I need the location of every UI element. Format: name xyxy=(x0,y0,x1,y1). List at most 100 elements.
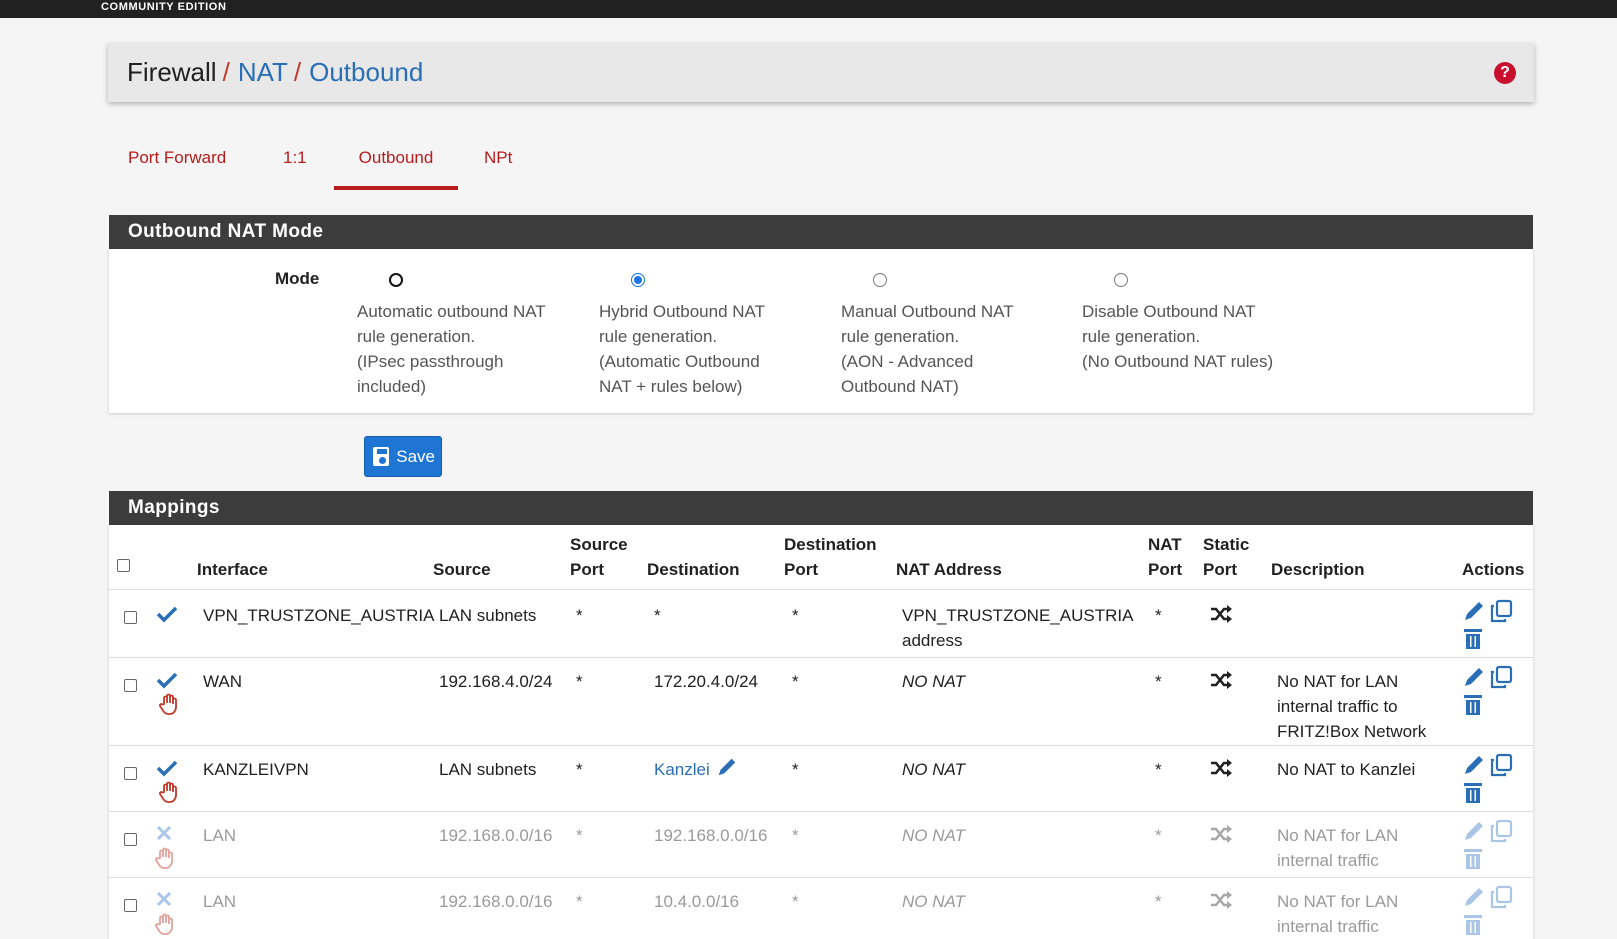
cell-nat-port: * xyxy=(1155,760,1162,779)
save-icon xyxy=(373,447,390,466)
mode-radio-disable[interactable] xyxy=(1114,273,1128,287)
cell-nat-address: NO NAT xyxy=(902,826,965,845)
brand-bar: COMMUNITY EDITION xyxy=(0,0,1617,18)
mode-radio-hybrid[interactable] xyxy=(631,273,645,287)
hand-icon xyxy=(155,913,173,935)
cell-description: No NAT to Kanzlei xyxy=(1277,760,1416,779)
shuffle-icon xyxy=(1211,759,1232,777)
select-all-checkbox[interactable] xyxy=(117,559,130,572)
tab-one-to-one[interactable]: 1:1 xyxy=(283,140,307,190)
copy-icon[interactable] xyxy=(1489,885,1513,909)
table-row[interactable]: LAN 192.168.0.0/16 * 10.4.0.0/16 * NO NA… xyxy=(109,877,1533,939)
trash-icon[interactable] xyxy=(1463,781,1483,803)
breadcrumb-firewall: Firewall xyxy=(127,57,217,87)
cell-nat-port: * xyxy=(1155,892,1162,911)
row-checkbox[interactable] xyxy=(124,899,137,912)
cell-interface: LAN xyxy=(203,826,237,845)
edit-icon[interactable] xyxy=(1462,819,1486,843)
help-icon[interactable]: ? xyxy=(1494,62,1516,84)
hand-icon xyxy=(159,693,177,715)
table-row[interactable]: KANZLEIVPN LAN subnets * Kanzlei * NO NA… xyxy=(109,745,1533,811)
mode-option-manual[interactable]: Manual Outbound NAT rule generation. (AO… xyxy=(841,269,1061,399)
table-row[interactable]: LAN 192.168.0.0/16 * 192.168.0.0/16 * NO… xyxy=(109,811,1533,877)
cell-source: 192.168.0.0/16 xyxy=(439,826,553,845)
shuffle-icon xyxy=(1211,825,1232,843)
copy-icon[interactable] xyxy=(1489,599,1513,623)
cell-destination: 172.20.4.0/24 xyxy=(654,672,758,691)
row-checkbox[interactable] xyxy=(124,833,137,846)
mode-option-disable[interactable]: Disable Outbound NAT rule generation. (N… xyxy=(1082,269,1322,374)
cell-destination-port: * xyxy=(792,760,799,779)
cell-interface: LAN xyxy=(203,892,237,911)
edit-alias-icon[interactable] xyxy=(716,756,738,778)
check-icon[interactable] xyxy=(156,671,178,689)
disabled-x-icon[interactable] xyxy=(155,890,173,908)
cell-nat-address: NO NAT xyxy=(902,760,965,779)
mode-radio-manual[interactable] xyxy=(873,273,887,287)
cell-source: LAN subnets xyxy=(439,606,537,625)
cell-nat-address: NO NAT xyxy=(902,672,965,691)
cell-destination: * xyxy=(654,606,661,625)
save-button[interactable]: Save xyxy=(364,436,442,477)
cell-interface: VPN_TRUSTZONE_AUSTRIA xyxy=(203,606,435,625)
tab-npt[interactable]: NPt xyxy=(484,140,512,190)
cell-destination-port: * xyxy=(792,672,799,691)
th-description: Description xyxy=(1271,560,1365,579)
mode-option-automatic[interactable]: Automatic outbound NAT rule generation. … xyxy=(357,269,577,399)
cell-interface: KANZLEIVPN xyxy=(203,760,309,779)
cell-nat-address: VPN_TRUSTZONE_AUSTRIA address xyxy=(902,606,1134,650)
mode-label: Mode xyxy=(275,269,320,288)
disabled-x-icon[interactable] xyxy=(155,824,173,842)
edit-icon[interactable] xyxy=(1462,665,1486,689)
hand-icon xyxy=(155,847,173,869)
tab-port-forward[interactable]: Port Forward xyxy=(128,140,226,190)
mode-radio-automatic[interactable] xyxy=(389,273,403,287)
breadcrumb-nat-link[interactable]: NAT xyxy=(238,57,288,88)
cell-destination-port: * xyxy=(792,892,799,911)
copy-icon[interactable] xyxy=(1489,665,1513,689)
edit-icon[interactable] xyxy=(1462,753,1486,777)
th-static-port: Static Port xyxy=(1203,535,1250,579)
cell-source: 192.168.4.0/24 xyxy=(439,672,553,691)
check-icon[interactable] xyxy=(156,759,178,777)
edit-icon[interactable] xyxy=(1462,599,1486,623)
table-row[interactable]: WAN 192.168.4.0/24 * 172.20.4.0/24 * NO … xyxy=(109,657,1533,745)
breadcrumb-separator: / xyxy=(293,57,302,87)
th-interface: Interface xyxy=(197,560,268,579)
copy-icon[interactable] xyxy=(1489,819,1513,843)
th-source: Source xyxy=(433,560,491,579)
cell-source-port: * xyxy=(576,892,583,911)
trash-icon[interactable] xyxy=(1463,913,1483,935)
cell-source: 192.168.0.0/16 xyxy=(439,892,553,911)
cell-source-port: * xyxy=(576,672,583,691)
tab-outbound[interactable]: Outbound xyxy=(334,140,458,190)
cell-interface: WAN xyxy=(203,672,243,691)
row-checkbox[interactable] xyxy=(124,611,137,624)
shuffle-icon xyxy=(1211,671,1232,689)
cell-source-port: * xyxy=(576,760,583,779)
cell-source-port: * xyxy=(576,826,583,845)
cell-destination-alias-link[interactable]: Kanzlei xyxy=(654,757,710,782)
cell-destination: 192.168.0.0/16 xyxy=(654,826,768,845)
check-icon[interactable] xyxy=(156,605,178,623)
cell-nat-port: * xyxy=(1155,826,1162,845)
cell-nat-port: * xyxy=(1155,672,1162,691)
row-checkbox[interactable] xyxy=(124,679,137,692)
trash-icon[interactable] xyxy=(1463,693,1483,715)
mode-panel-title: Outbound NAT Mode xyxy=(109,215,1533,249)
shuffle-icon xyxy=(1211,891,1232,909)
mode-panel: Mode Automatic outbound NAT rule generat… xyxy=(109,249,1533,413)
copy-icon[interactable] xyxy=(1489,753,1513,777)
th-source-port: Source Port xyxy=(570,535,628,579)
trash-icon[interactable] xyxy=(1463,847,1483,869)
table-row[interactable]: VPN_TRUSTZONE_AUSTRIA LAN subnets * * * … xyxy=(109,589,1533,657)
th-destination: Destination xyxy=(647,560,740,579)
edit-icon[interactable] xyxy=(1462,885,1486,909)
trash-icon[interactable] xyxy=(1463,627,1483,649)
cell-source-port: * xyxy=(576,606,583,625)
shuffle-icon xyxy=(1211,605,1232,623)
row-checkbox[interactable] xyxy=(124,767,137,780)
mode-option-hybrid[interactable]: Hybrid Outbound NAT rule generation. (Au… xyxy=(599,269,819,399)
cell-source: LAN subnets xyxy=(439,760,537,779)
breadcrumb-outbound-link[interactable]: Outbound xyxy=(309,57,423,88)
